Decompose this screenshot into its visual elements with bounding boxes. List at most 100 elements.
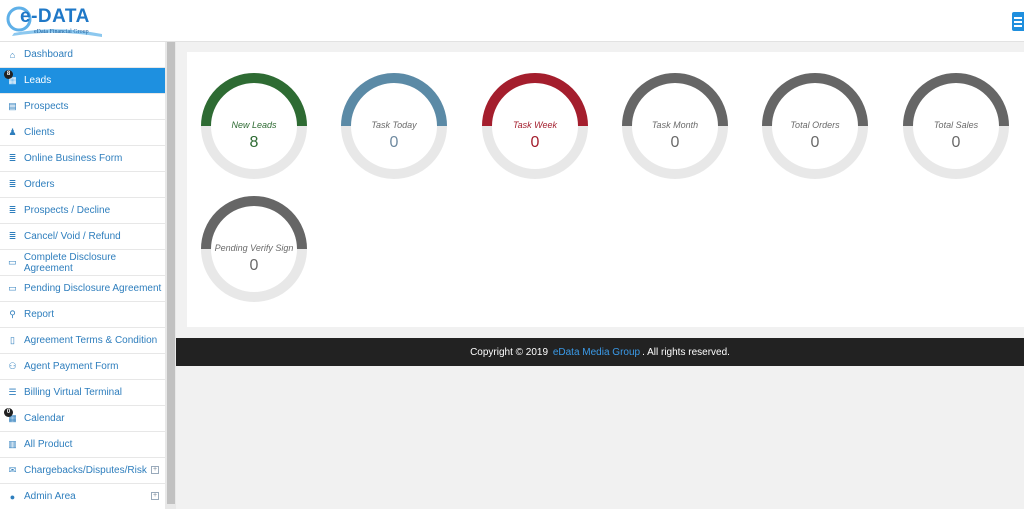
stat-gauge-pending-verify-sign[interactable]: Pending Verify Sign 0 — [198, 193, 310, 305]
gauge-label: Total Sales — [933, 120, 979, 130]
document-icon: ▯ — [10, 335, 15, 345]
database-icon: ≣ — [8, 205, 17, 215]
expand-plus-icon[interactable]: + — [151, 492, 159, 500]
gauge-arc — [341, 73, 447, 127]
sidebar-item-report[interactable]: ⚲ Report — [0, 302, 165, 328]
footer-company-link[interactable]: eData Media Group — [553, 347, 640, 358]
sidebar-item-prospects-decline[interactable]: ≣ Prospects / Decline — [0, 198, 165, 224]
sidebar-item-all-product[interactable]: ▥ All Product — [0, 432, 165, 458]
stat-gauge-total-sales[interactable]: Total Sales 0 — [900, 70, 1012, 182]
gauge-value: 0 — [249, 257, 259, 274]
stat-gauge-task-week[interactable]: Task Week 0 — [479, 70, 591, 182]
sidebar-item-label: Agreement Terms & Condition — [24, 335, 158, 346]
search-icon: ⚲ — [9, 309, 16, 319]
brand-subtitle: eData Financial Group — [34, 29, 89, 35]
footer-copyright: Copyright © 2019 — [470, 346, 549, 358]
database-icon: ≣ — [8, 231, 17, 241]
sidebar-item-label: Chargebacks/Disputes/Risk — [24, 465, 147, 476]
sidebar-item-label: Cancel/ Void / Refund — [24, 231, 121, 242]
sidebar-item-billing-virtual-terminal[interactable]: ☰ Billing Virtual Terminal — [0, 380, 165, 406]
sidebar-item-label: Billing Virtual Terminal — [24, 387, 123, 398]
sidebar-scrollbar-thumb[interactable] — [167, 42, 175, 504]
stat-gauge-task-month[interactable]: Task Month 0 — [619, 70, 731, 182]
sidebar-item-prospects[interactable]: ▤ Prospects — [0, 94, 165, 120]
page-footer: Copyright © 2019 eData Media Group . All… — [176, 338, 1024, 366]
chart-icon: ▦ 8 — [4, 70, 18, 86]
gauge-arc — [622, 73, 728, 127]
sidebar-item-label: Admin Area — [24, 491, 76, 502]
list-icon: ☰ — [8, 387, 17, 397]
expand-plus-icon[interactable]: + — [151, 466, 159, 474]
envelope-icon: ✉ — [8, 465, 17, 475]
table-icon: ▤ — [8, 101, 17, 111]
sidebar-item-cancel-void-refund[interactable]: ≣ Cancel/ Void / Refund — [0, 224, 165, 250]
gauge-label: Total Orders — [790, 120, 840, 130]
sidebar-item-label: Calendar — [24, 413, 65, 424]
gauge-arc — [762, 73, 868, 127]
hamburger-line — [1014, 16, 1022, 19]
sidebar-item-dashboard[interactable]: ⌂ Dashboard — [0, 42, 165, 68]
sidebar-item-leads[interactable]: ▦ 8 Leads — [0, 68, 165, 94]
stat-gauge-total-orders[interactable]: Total Orders 0 — [759, 70, 871, 182]
sidebar-item-admin-area[interactable]: ● Admin Area + — [0, 484, 165, 509]
gauge-label: Task Week — [512, 120, 558, 130]
stat-gauge-task-today[interactable]: Task Today 0 — [338, 70, 450, 182]
gauge-label: Pending Verify Sign — [214, 243, 294, 253]
sidebar-item-chargebacks-disputes-risk[interactable]: ✉ Chargebacks/Disputes/Risk + — [0, 458, 165, 484]
sidebar-item-label: All Product — [24, 439, 73, 450]
brand-logo[interactable]: e-DATA eData Financial Group — [6, 3, 106, 39]
footer-rights: . All rights reserved. — [642, 346, 730, 358]
sidebar-item-agreement-terms-condition[interactable]: ▯ Agreement Terms & Condition — [0, 328, 165, 354]
hamburger-line — [1014, 20, 1022, 23]
columns-icon: ▥ — [8, 439, 17, 449]
sidebar-item-label: Online Business Form — [24, 153, 123, 164]
gauge-label: New Leads — [231, 120, 277, 130]
sidebar-item-online-business-form[interactable]: ≣ Online Business Form — [0, 146, 165, 172]
notification-badge: 0 — [4, 408, 13, 417]
gauge-arc — [903, 73, 1009, 127]
sidebar-item-label: Dashboard — [24, 49, 73, 60]
hamburger-line — [1014, 24, 1022, 27]
sidebar-item-clients[interactable]: ♟ Clients — [0, 120, 165, 146]
sidebar-item-label: Report — [24, 309, 55, 320]
gauge-value: 0 — [389, 134, 399, 151]
gauge-arc — [201, 196, 307, 250]
person-icon: ♟ — [8, 127, 17, 137]
sidebar-item-label: Prospects — [24, 101, 69, 112]
sidebar-item-orders[interactable]: ≣ Orders — [0, 172, 165, 198]
gauge-value: 8 — [249, 134, 259, 151]
gauge-value: 0 — [670, 134, 680, 151]
brand-name: e-DATA — [20, 6, 90, 27]
gauge-label: Task Month — [651, 120, 699, 130]
database-icon: ≣ — [8, 153, 17, 163]
sidebar-item-complete-disclosure-agreement[interactable]: ▭ Complete Disclosure Agreement — [0, 250, 165, 276]
sidebar-nav: ⌂ Dashboard ▦ 8 Leads ▤ Prospects ♟ Clients ≣ Onli… — [0, 42, 165, 509]
card-icon: ▭ — [8, 283, 17, 293]
gauge-value: 0 — [951, 134, 961, 151]
sidebar-item-label: Agent Payment Form — [24, 361, 119, 372]
sidebar-item-agent-payment-form[interactable]: ⚇ Agent Payment Form — [0, 354, 165, 380]
calendar-icon: ▦ 0 — [4, 408, 18, 424]
sidebar-item-pending-disclosure-agreement[interactable]: ▭ Pending Disclosure Agreement — [0, 276, 165, 302]
home-icon: ⌂ — [9, 49, 16, 60]
top-bar: e-DATA eData Financial Group — [0, 0, 1024, 42]
sidebar-item-calendar[interactable]: ▦ 0 Calendar — [0, 406, 165, 432]
gauge-value: 0 — [810, 134, 820, 151]
database-icon: ≣ — [8, 179, 17, 189]
gauge-arc — [482, 73, 588, 127]
users-icon: ⚇ — [8, 361, 17, 371]
gauge-arc — [201, 73, 307, 127]
sidebar-item-label: Complete Disclosure Agreement — [23, 251, 117, 274]
stats-panel: New Leads 8 Task Today 0 Task Week 0 Task Mont… — [187, 52, 1024, 327]
gauge-value: 0 — [530, 134, 540, 151]
stat-gauge-new-leads[interactable]: New Leads 8 — [198, 70, 310, 182]
sidebar-item-label: Clients — [24, 127, 55, 138]
sidebar-item-label: Orders — [24, 179, 55, 190]
sidebar-item-label: Prospects / Decline — [24, 205, 111, 216]
user-icon: ● — [9, 491, 16, 502]
gauge-label: Task Today — [371, 120, 417, 130]
sidebar-item-label: Pending Disclosure Agreement — [24, 283, 162, 294]
menu-toggle-button[interactable] — [1012, 12, 1024, 31]
card-icon: ▭ — [8, 257, 17, 267]
notification-badge: 8 — [4, 70, 13, 79]
